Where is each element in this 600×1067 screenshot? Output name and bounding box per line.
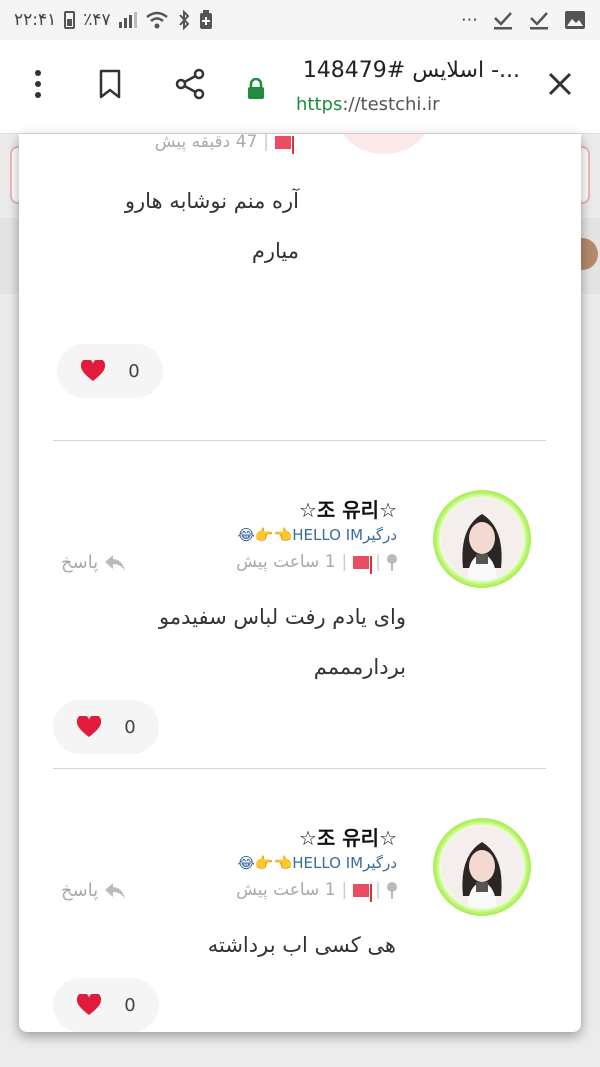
comment-line: آره منم نوشابه هارو [124, 189, 299, 213]
battery-icon [64, 11, 76, 29]
like-button[interactable]: 0 [53, 978, 159, 1032]
battery-saver-icon [199, 10, 212, 29]
image-icon [565, 11, 585, 29]
comment-time: 1 ساعت پیش [236, 880, 336, 900]
like-count: 0 [128, 360, 140, 382]
more-vert-icon [35, 70, 41, 98]
heart-icon [81, 360, 106, 381]
like-count: 0 [124, 994, 136, 1016]
reply-button[interactable]: پاسخ [61, 880, 126, 901]
reply-button[interactable]: پاسخ [61, 552, 126, 573]
like-button[interactable]: 0 [57, 344, 163, 398]
comment-line: هی کسی اب برداشته [207, 933, 396, 957]
url-host: ://testchi.ir [342, 94, 440, 115]
user-avatar[interactable] [433, 490, 531, 588]
bluetooth-icon [178, 10, 190, 30]
comment-time: 47 دقیقه پیش [154, 134, 258, 152]
heart-icon [77, 994, 102, 1015]
download-done-icon-2 [530, 12, 548, 30]
comment-meta: | | 1 ساعت پیش [236, 880, 397, 902]
comment-line: بردارمممم [313, 655, 406, 679]
heart-icon [77, 716, 102, 737]
bookmark-icon [99, 69, 121, 99]
comments-modal: | 47 دقیقه پیش آره منم نوشابه هارو میارم… [19, 134, 581, 1032]
reply-label: پاسخ [61, 880, 99, 901]
close-tab-button[interactable] [538, 62, 582, 106]
comment-divider [53, 440, 546, 441]
bookmark-button[interactable] [88, 62, 132, 106]
share-button[interactable] [168, 62, 212, 106]
status-right: ⋯ [461, 10, 586, 30]
comment-divider [53, 768, 546, 769]
page-title: اسلایس #148479 -... [302, 58, 520, 83]
user-status: درگیرHELLO IM👈👉😂 [237, 526, 397, 544]
user-status: درگیرHELLO IM👈👉😂 [237, 854, 397, 872]
comment-meta: | | 1 ساعت پیش [236, 552, 397, 574]
user-avatar[interactable] [433, 818, 531, 916]
comment-text: هی کسی اب برداشته [208, 920, 396, 970]
comment-text: آره منم نوشابه هارو میارم [125, 176, 299, 276]
reply-icon [105, 882, 126, 899]
avatar-image [441, 498, 523, 580]
comment-line: میارم [251, 239, 299, 263]
download-done-icon [494, 12, 512, 30]
username[interactable]: ☆조 유리☆ [299, 822, 397, 851]
browser-toolbar: اسلایس #148479 -... https://testchi.ir [0, 40, 600, 134]
report-flag-icon[interactable] [353, 555, 373, 574]
comment-meta: | 47 دقیقه پیش [154, 134, 294, 154]
reply-icon [105, 554, 126, 571]
pin-icon[interactable] [387, 554, 397, 571]
comment-time: 1 ساعت پیش [236, 552, 336, 572]
url-scheme: https [296, 94, 343, 115]
report-flag-icon[interactable] [353, 883, 373, 902]
battery-percent: ٪۴۷ [83, 10, 111, 30]
page-url[interactable]: https://testchi.ir [296, 94, 440, 115]
wifi-icon [145, 11, 168, 29]
more-notifications-icon: ⋯ [461, 10, 478, 30]
like-count: 0 [124, 716, 136, 738]
status-bar: ۲۲:۴۱ ٪۴۷ ⋯ [0, 0, 600, 40]
overflow-menu-button[interactable] [16, 62, 60, 106]
partial-avatar [339, 134, 429, 154]
signal-icon [118, 12, 137, 28]
lock-icon [248, 78, 264, 99]
share-icon [175, 68, 205, 100]
pin-icon[interactable] [387, 882, 397, 899]
status-left: ۲۲:۴۱ ٪۴۷ [14, 10, 213, 30]
report-flag-icon[interactable] [275, 135, 294, 154]
close-icon [548, 72, 572, 96]
like-button[interactable]: 0 [53, 700, 159, 754]
username[interactable]: ☆조 유리☆ [299, 494, 397, 523]
reply-label: پاسخ [61, 552, 99, 573]
comment-line: وای یادم رفت لباس سفیدمو [159, 605, 406, 629]
clock: ۲۲:۴۱ [14, 10, 57, 30]
avatar-image [441, 826, 523, 908]
comment-text: وای یادم رفت لباس سفیدمو بردارمممم [159, 592, 406, 692]
